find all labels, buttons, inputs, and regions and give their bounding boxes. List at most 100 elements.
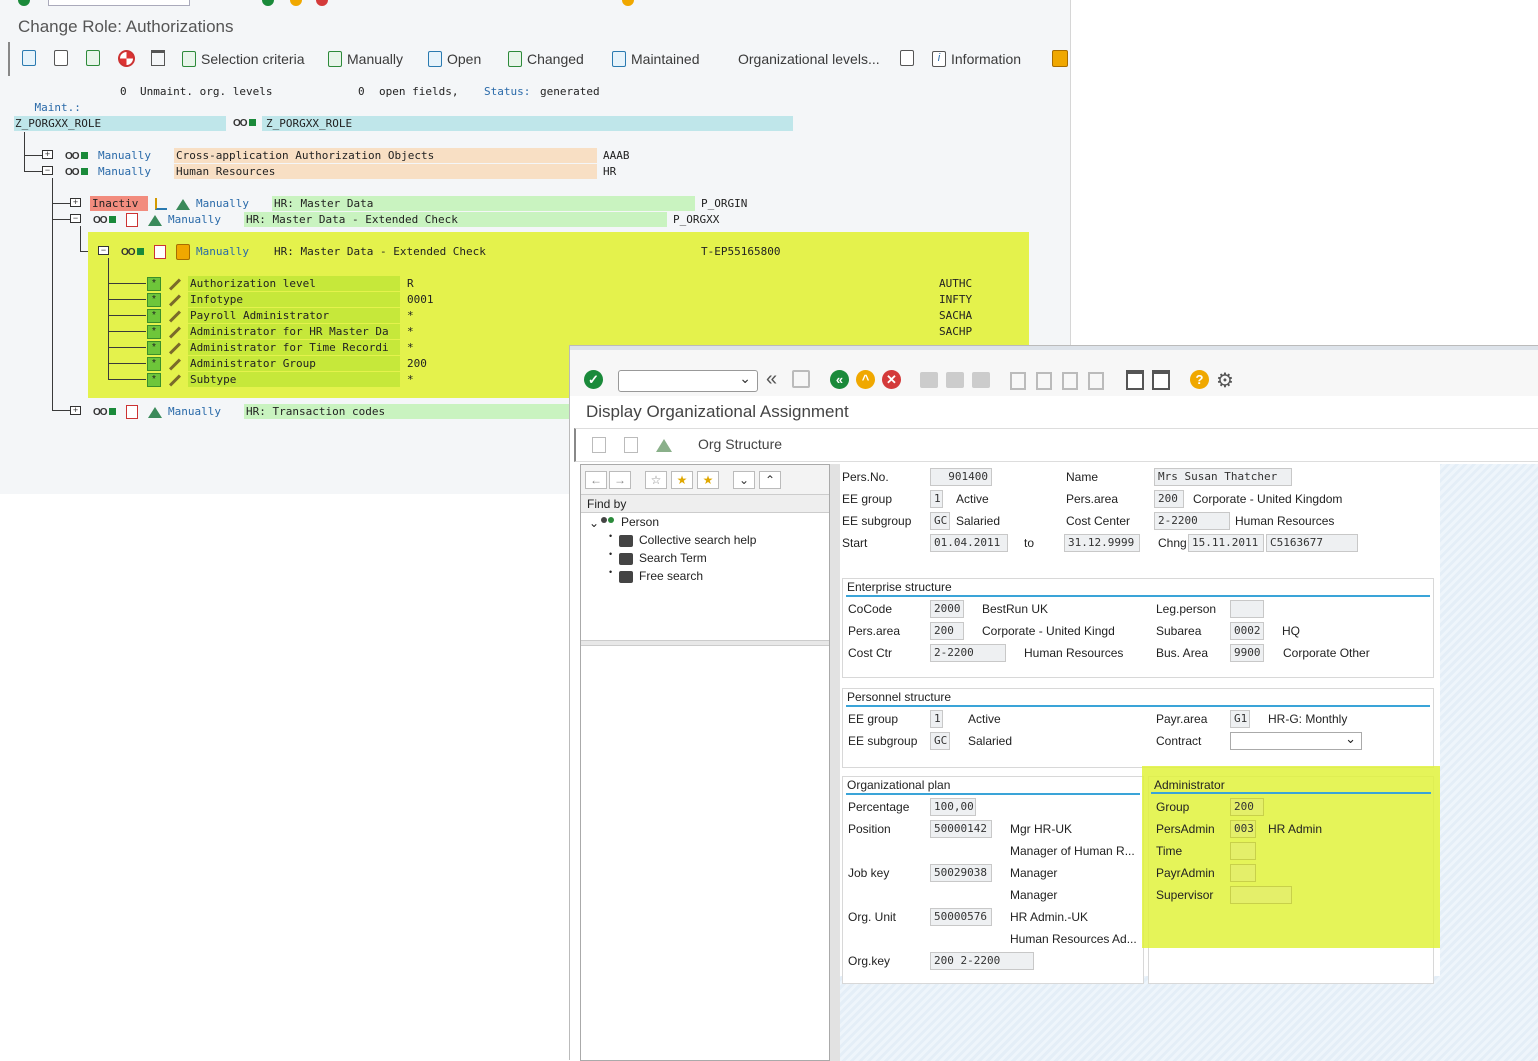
cancel-icon[interactable] (316, 0, 328, 6)
org-levels-icon[interactable] (148, 215, 162, 226)
back-icon[interactable]: « (830, 370, 849, 389)
first-page-icon[interactable] (1010, 372, 1026, 390)
tree-node-hr[interactable]: Human Resources (176, 164, 275, 180)
vertical-splitter[interactable] (830, 464, 840, 1061)
position-field[interactable]: 50000142 (930, 820, 992, 838)
ps-eesubgroup-field[interactable]: GC (930, 732, 950, 750)
end-date-field[interactable]: 31.12.9999 (1064, 534, 1140, 552)
field-value[interactable]: * (407, 324, 414, 340)
favorite-add-icon[interactable]: ☆ (645, 471, 667, 489)
org-levels-icon[interactable] (176, 199, 190, 210)
org-structure-icon[interactable] (656, 439, 672, 452)
create-session-icon[interactable] (1126, 370, 1144, 390)
field-value[interactable]: * (407, 308, 414, 324)
information-button[interactable]: i Information (932, 48, 1021, 70)
subarea-field[interactable]: 0002 (1230, 622, 1264, 640)
tree-node-transaction-codes[interactable]: HR: Transaction codes (246, 404, 385, 420)
field-value[interactable]: R (407, 276, 414, 292)
eesubgroup-field[interactable]: GC (930, 512, 950, 530)
field-value[interactable]: 200 (407, 356, 427, 372)
admin-group-field[interactable]: 200 (1230, 798, 1264, 816)
changed-button[interactable]: Changed (508, 48, 584, 70)
eegroup-field[interactable]: 1 (930, 490, 943, 508)
delete-node-icon[interactable] (126, 405, 138, 419)
print-icon[interactable] (920, 372, 938, 388)
time-admin-field[interactable] (1230, 842, 1256, 860)
pane-splitter[interactable] (581, 640, 829, 646)
expand-node-icon[interactable]: + (42, 150, 53, 159)
save-icon[interactable] (792, 370, 810, 388)
command-field[interactable] (48, 0, 190, 6)
persno-field[interactable]: 901400 (930, 468, 992, 486)
previous-icon[interactable] (592, 437, 606, 453)
ps-eegroup-field[interactable]: 1 (930, 710, 943, 728)
enter-icon[interactable] (18, 0, 30, 6)
technical-view-icon[interactable] (900, 50, 914, 66)
nav-item-collective-search[interactable]: Collective search help (639, 533, 756, 547)
open-button[interactable]: Open (428, 48, 481, 70)
maintained-button[interactable]: Maintained (612, 48, 700, 70)
costcenter-field[interactable]: 2-2200 (1154, 512, 1230, 530)
chevron-down-icon[interactable]: ⌄ (589, 516, 599, 530)
costctr-field[interactable]: 2-2200 (930, 644, 1006, 662)
next-icon[interactable] (624, 437, 638, 453)
gear-icon[interactable]: ⚙ (1216, 368, 1234, 393)
contract-dropdown[interactable] (1230, 731, 1362, 750)
transfer-icon[interactable] (86, 50, 100, 66)
start-date-field[interactable]: 01.04.2011 (930, 534, 1008, 552)
changed-date-field[interactable]: 15.11.2011 (1188, 534, 1264, 552)
help-icon[interactable] (622, 0, 634, 6)
nav-back-icon[interactable]: ← (585, 471, 607, 489)
find-next-icon[interactable] (972, 372, 990, 388)
favorite-remove-icon[interactable]: ★ (697, 471, 719, 489)
delete-node-icon[interactable] (126, 213, 138, 227)
collapse-icon[interactable] (54, 50, 68, 66)
org-levels-icon[interactable] (148, 407, 162, 418)
tree-root[interactable]: Z_PORGXX_ROLE (15, 116, 101, 132)
persadmin-field[interactable]: 003 (1230, 820, 1256, 838)
shortcut-icon[interactable] (1152, 370, 1170, 390)
name-field[interactable]: Mrs Susan Thatcher (1154, 468, 1292, 486)
orgkey-field[interactable]: 200 2-2200 (930, 952, 1034, 970)
field-value[interactable]: * (407, 372, 414, 388)
busarea-field[interactable]: 9900 (1230, 644, 1264, 662)
delete-icon[interactable] (151, 50, 165, 66)
tree-node-extended-check[interactable]: HR: Master Data - Extended Check (246, 212, 458, 228)
template-icon[interactable] (1052, 50, 1068, 67)
selection-criteria-button[interactable]: Selection criteria (182, 48, 305, 70)
nav-forward-icon[interactable]: → (609, 471, 631, 489)
nav-item-search-term[interactable]: Search Term (639, 551, 707, 565)
field-value[interactable]: 0001 (407, 292, 434, 308)
legperson-field[interactable] (1230, 600, 1264, 618)
help-icon[interactable]: ? (1190, 370, 1209, 389)
enter-icon[interactable]: ✓ (584, 370, 603, 389)
tree-node-master-data[interactable]: HR: Master Data (274, 196, 373, 212)
persarea-field[interactable]: 200 (1154, 490, 1184, 508)
ent-persarea-field[interactable]: 200 (930, 622, 964, 640)
back-icon[interactable] (262, 0, 274, 6)
expand-icon[interactable] (22, 50, 36, 66)
jobkey-field[interactable]: 50029038 (930, 864, 992, 882)
double-left-icon[interactable]: « (766, 368, 777, 391)
delete-node-icon[interactable] (154, 245, 166, 259)
nav-item-free-search[interactable]: Free search (639, 569, 703, 583)
tree-node-authorization[interactable]: HR: Master Data - Extended Check (274, 244, 486, 260)
expand-node-icon[interactable]: + (70, 198, 81, 207)
cocode-field[interactable]: 2000 (930, 600, 964, 618)
next-page-icon[interactable] (1062, 372, 1078, 390)
cancel-icon[interactable]: ✕ (882, 370, 901, 389)
exit-icon[interactable] (290, 0, 302, 6)
collapse-node-icon[interactable]: − (70, 214, 81, 223)
payrarea-field[interactable]: G1 (1230, 710, 1250, 728)
supervisor-field[interactable] (1230, 886, 1292, 904)
orgunit-field[interactable]: 50000576 (930, 908, 992, 926)
tree-node-person[interactable]: Person (621, 515, 659, 529)
manually-button[interactable]: Manually (328, 48, 403, 70)
exit-icon[interactable]: ^ (856, 370, 875, 389)
deactivate-icon[interactable] (118, 50, 135, 67)
changed-by-field[interactable]: C5163677 (1266, 534, 1358, 552)
command-field[interactable] (618, 370, 758, 392)
last-page-icon[interactable] (1088, 372, 1104, 390)
expand-all-icon[interactable]: ⌄ (733, 471, 755, 489)
find-icon[interactable] (946, 372, 964, 388)
